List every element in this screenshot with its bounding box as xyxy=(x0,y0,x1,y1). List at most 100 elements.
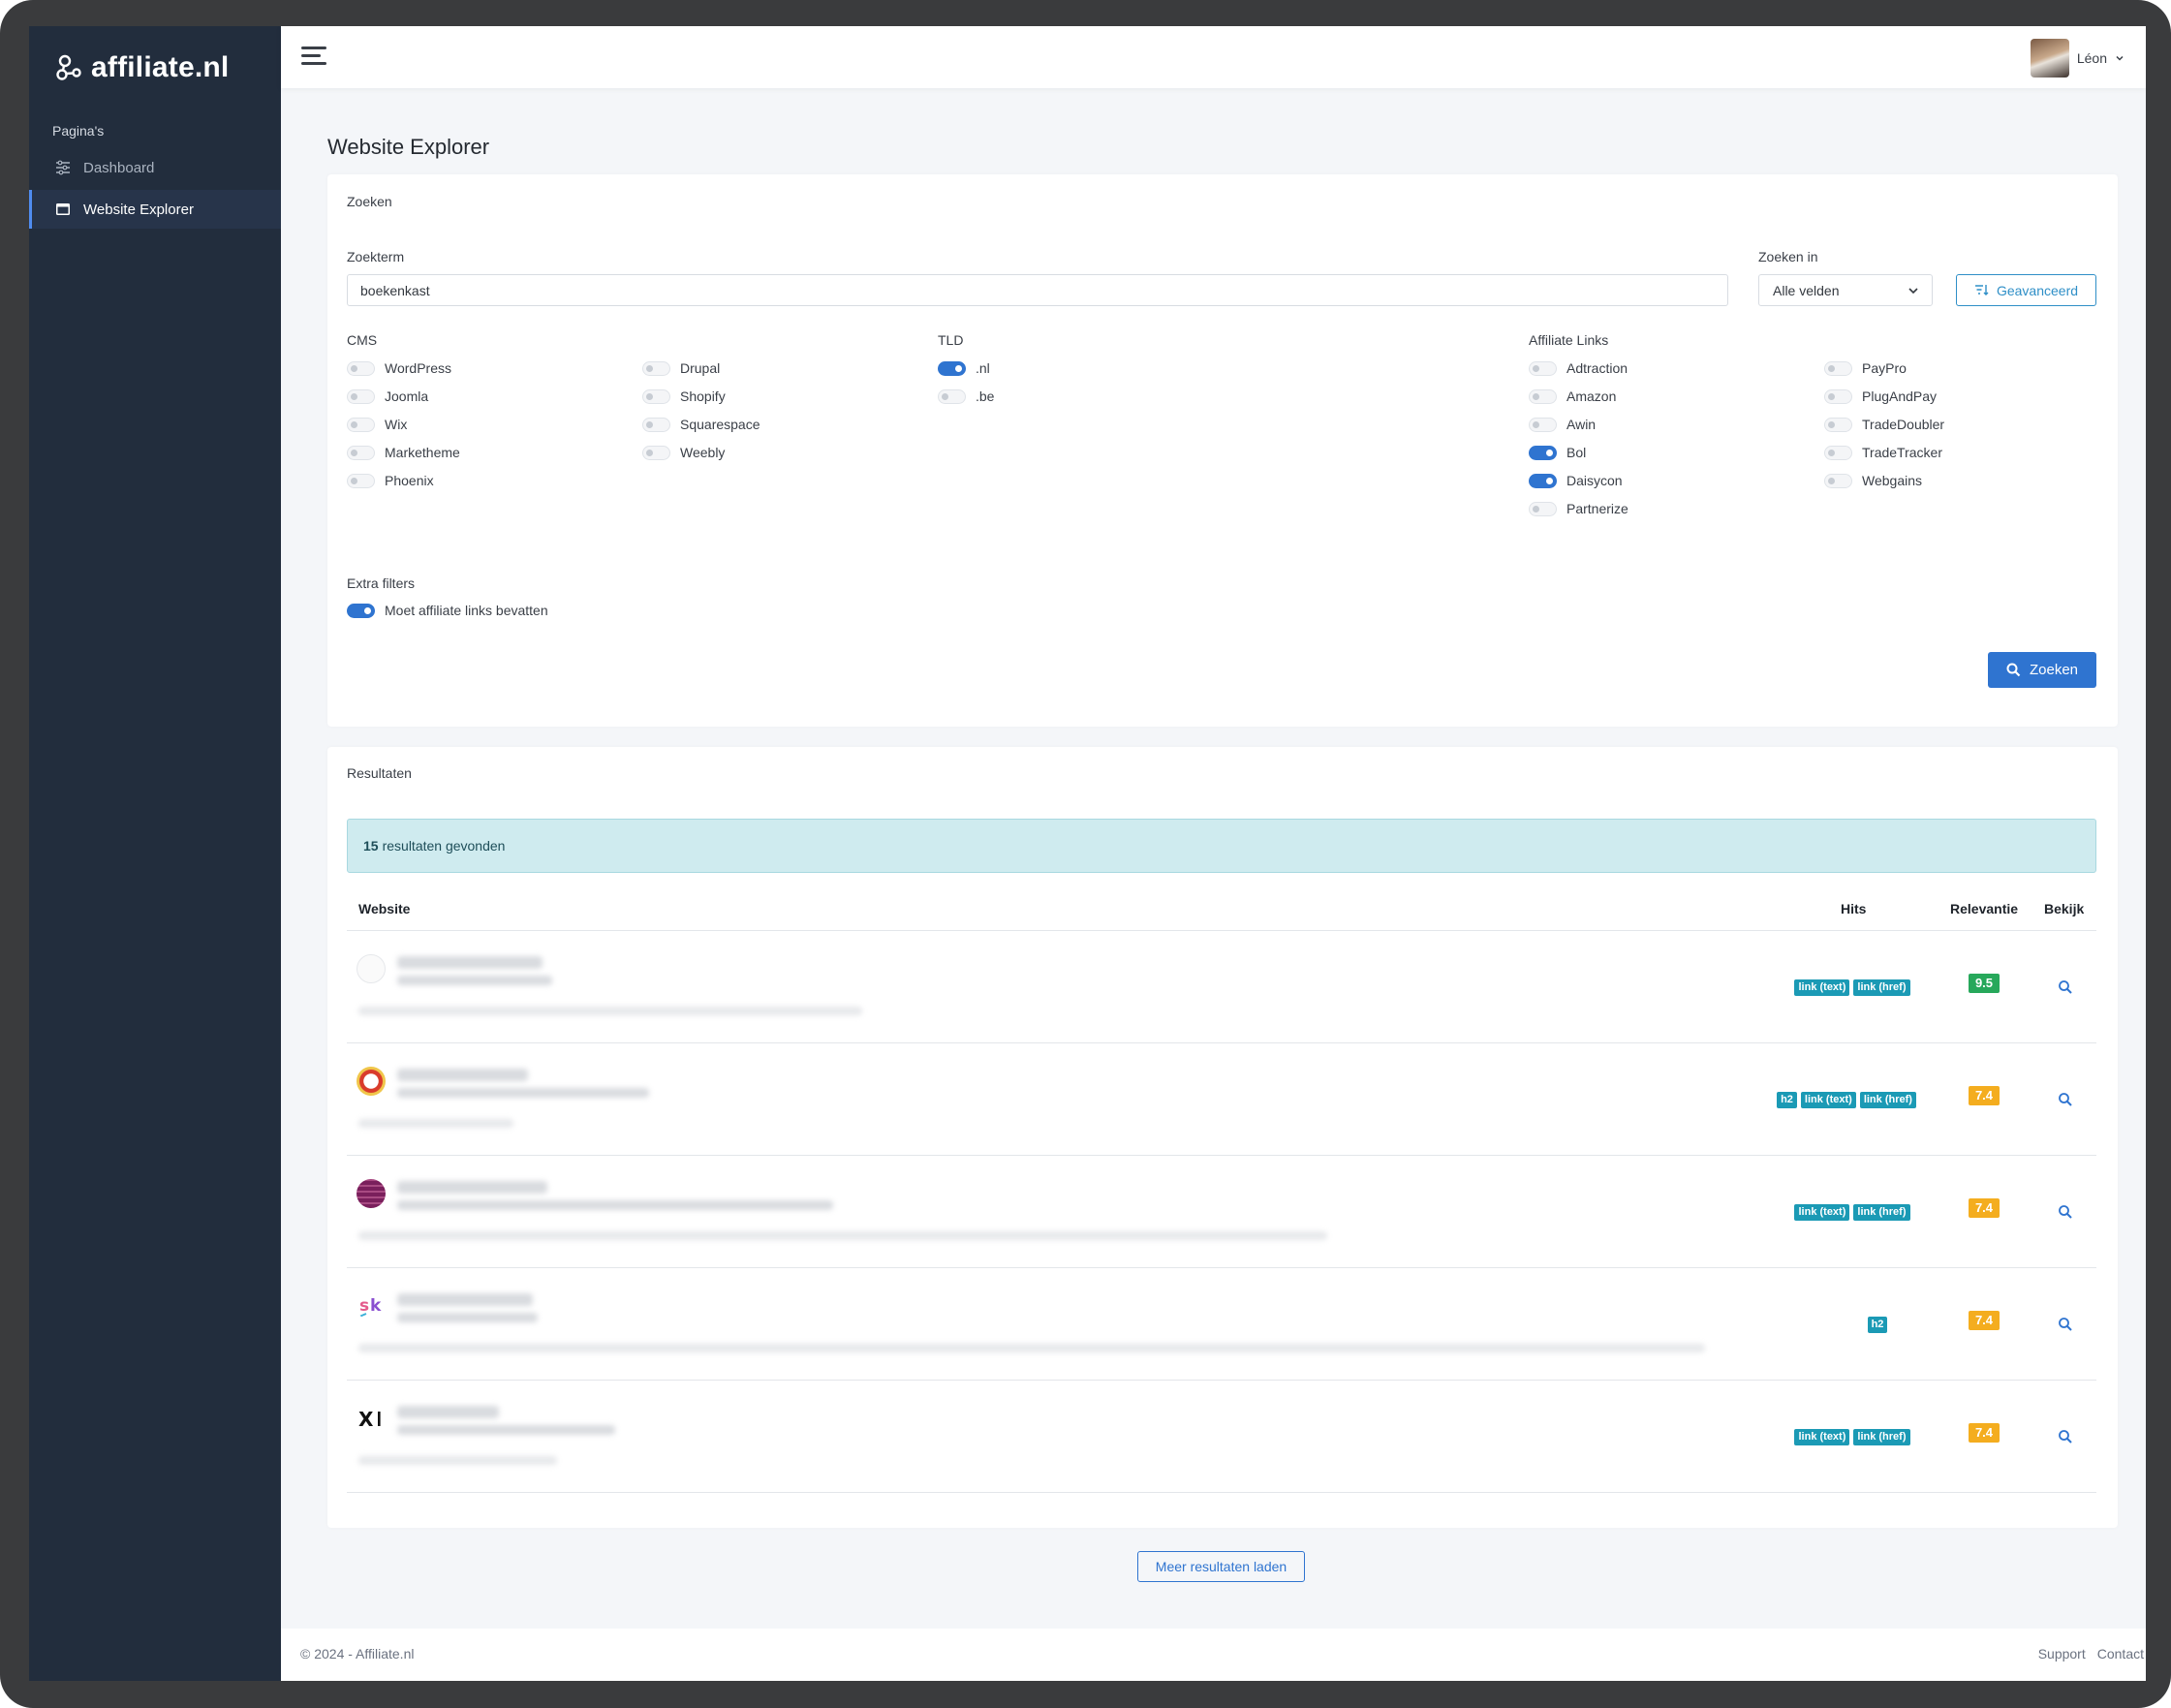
toggle-must-contain-affiliate-links[interactable]: Moet affiliate links bevatten xyxy=(347,601,548,620)
switch[interactable] xyxy=(642,445,670,460)
table-row[interactable]: link (text) link (href) 9.5 xyxy=(347,931,2096,1043)
view-search-icon[interactable] xyxy=(2058,1092,2073,1107)
table-row[interactable]: sk h2 7.4 xyxy=(347,1268,2096,1381)
user-name: Léon xyxy=(2076,50,2107,66)
switch[interactable] xyxy=(347,473,375,488)
switch[interactable] xyxy=(1529,388,1557,404)
brand-name: affiliate.nl xyxy=(91,51,230,83)
column-website[interactable]: Website xyxy=(358,901,410,916)
toggle-label: Phoenix xyxy=(385,473,434,488)
column-view[interactable]: Bekijk xyxy=(2044,901,2084,916)
toggle-label: Awin xyxy=(1566,417,1597,432)
switch[interactable] xyxy=(347,445,375,460)
switch[interactable] xyxy=(347,360,375,376)
relevance-badge: 9.5 xyxy=(1969,974,2000,993)
table-row[interactable]: link (text) link (href) 7.4 xyxy=(347,1156,2096,1268)
search-term-input[interactable] xyxy=(347,274,1728,306)
toggle-drupal[interactable]: Drupal xyxy=(642,358,720,378)
view-search-icon[interactable] xyxy=(2058,1317,2073,1332)
hit-tag: link (href) xyxy=(1853,979,1910,996)
search-term-label: Zoekterm xyxy=(347,249,405,264)
toggle-shopify[interactable]: Shopify xyxy=(642,387,726,406)
switch[interactable] xyxy=(938,388,966,404)
view-search-icon[interactable] xyxy=(2058,1429,2073,1444)
toggle-marketheme[interactable]: Marketheme xyxy=(347,443,460,462)
toggle-amazon[interactable]: Amazon xyxy=(1529,387,1616,406)
toggle-bol[interactable]: Bol xyxy=(1529,443,1586,462)
footer-link-support[interactable]: Support xyxy=(2038,1646,2086,1661)
toggle-label: Marketheme xyxy=(385,445,460,460)
switch[interactable] xyxy=(642,388,670,404)
relevance-badge: 7.4 xyxy=(1969,1198,2000,1218)
toggle-tld-be[interactable]: .be xyxy=(938,387,994,406)
svg-text:X: X xyxy=(358,1408,374,1431)
toggle-squarespace[interactable]: Squarespace xyxy=(642,415,760,434)
column-hits[interactable]: Hits xyxy=(1841,901,1866,916)
hits-tags: h2 xyxy=(1843,1317,1912,1333)
toggle-phoenix[interactable]: Phoenix xyxy=(347,471,434,490)
sidebar-section-title: Pagina's xyxy=(52,123,105,139)
affiliate-links-label: Affiliate Links xyxy=(1529,332,1609,348)
table-row[interactable]: X link (text) link (href) 7.4 xyxy=(347,1381,2096,1493)
blurred-site-name xyxy=(397,1293,533,1306)
toggle-tradetracker[interactable]: TradeTracker xyxy=(1824,443,1942,462)
results-count: 15 xyxy=(363,838,379,854)
toggle-joomla[interactable]: Joomla xyxy=(347,387,428,406)
footer-link-contact[interactable]: Contact xyxy=(2097,1646,2144,1661)
search-in-label: Zoeken in xyxy=(1758,249,1818,264)
switch[interactable] xyxy=(347,603,375,618)
toggle-awin[interactable]: Awin xyxy=(1529,415,1596,434)
toggle-label: WordPress xyxy=(385,360,451,376)
toggle-webgains[interactable]: Webgains xyxy=(1824,471,1922,490)
search-submit-button[interactable]: Zoeken xyxy=(1988,652,2096,688)
advanced-button[interactable]: Geavanceerd xyxy=(1956,274,2096,306)
switch[interactable] xyxy=(642,417,670,432)
toggle-wordpress[interactable]: WordPress xyxy=(347,358,451,378)
sliders-icon xyxy=(56,160,70,175)
switch[interactable] xyxy=(938,360,966,376)
switch[interactable] xyxy=(1824,473,1852,488)
toggle-label: Webgains xyxy=(1862,473,1923,488)
hit-tag: link (href) xyxy=(1853,1429,1910,1445)
column-relevance[interactable]: Relevantie xyxy=(1950,901,2018,916)
user-menu[interactable]: Léon xyxy=(2030,39,2124,78)
search-icon xyxy=(2006,663,2021,677)
load-more-button[interactable]: Meer resultaten laden xyxy=(1137,1551,1305,1582)
toggle-label: TradeTracker xyxy=(1862,445,1942,460)
switch[interactable] xyxy=(1824,388,1852,404)
toggle-plugandpay[interactable]: PlugAndPay xyxy=(1824,387,1937,406)
menu-toggle-icon[interactable] xyxy=(301,47,326,68)
blurred-site-name xyxy=(397,1406,499,1418)
switch[interactable] xyxy=(1824,417,1852,432)
sidebar-item-website-explorer[interactable]: Website Explorer xyxy=(29,190,281,229)
results-count-alert: 15 resultaten gevonden xyxy=(347,819,2096,873)
toggle-adtraction[interactable]: Adtraction xyxy=(1529,358,1628,378)
switch[interactable] xyxy=(347,417,375,432)
hits-tags: link (text) link (href) xyxy=(1792,979,1912,996)
toggle-tld-nl[interactable]: .nl xyxy=(938,358,990,378)
toggle-tradedoubler[interactable]: TradeDoubler xyxy=(1824,415,1944,434)
tld-label: TLD xyxy=(938,332,964,348)
switch[interactable] xyxy=(1529,445,1557,460)
view-search-icon[interactable] xyxy=(2058,979,2073,995)
toggle-partnerize[interactable]: Partnerize xyxy=(1529,499,1628,518)
switch[interactable] xyxy=(1824,360,1852,376)
switch[interactable] xyxy=(1529,417,1557,432)
toggle-paypro[interactable]: PayPro xyxy=(1824,358,1907,378)
blurred-site-name xyxy=(397,1181,547,1194)
toggle-daisycon[interactable]: Daisycon xyxy=(1529,471,1623,490)
toggle-wix[interactable]: Wix xyxy=(347,415,407,434)
blurred-site-name xyxy=(397,1069,528,1081)
view-search-icon[interactable] xyxy=(2058,1204,2073,1220)
switch[interactable] xyxy=(642,360,670,376)
table-row[interactable]: h2 link (text) link (href) 7.4 xyxy=(347,1043,2096,1156)
brand-logo[interactable]: affiliate.nl xyxy=(54,46,229,90)
toggle-weebly[interactable]: Weebly xyxy=(642,443,725,462)
switch[interactable] xyxy=(1529,360,1557,376)
search-in-select[interactable]: Alle velden xyxy=(1758,274,1933,306)
sidebar-item-dashboard[interactable]: Dashboard xyxy=(29,148,281,187)
switch[interactable] xyxy=(347,388,375,404)
switch[interactable] xyxy=(1529,473,1557,488)
switch[interactable] xyxy=(1529,501,1557,516)
switch[interactable] xyxy=(1824,445,1852,460)
